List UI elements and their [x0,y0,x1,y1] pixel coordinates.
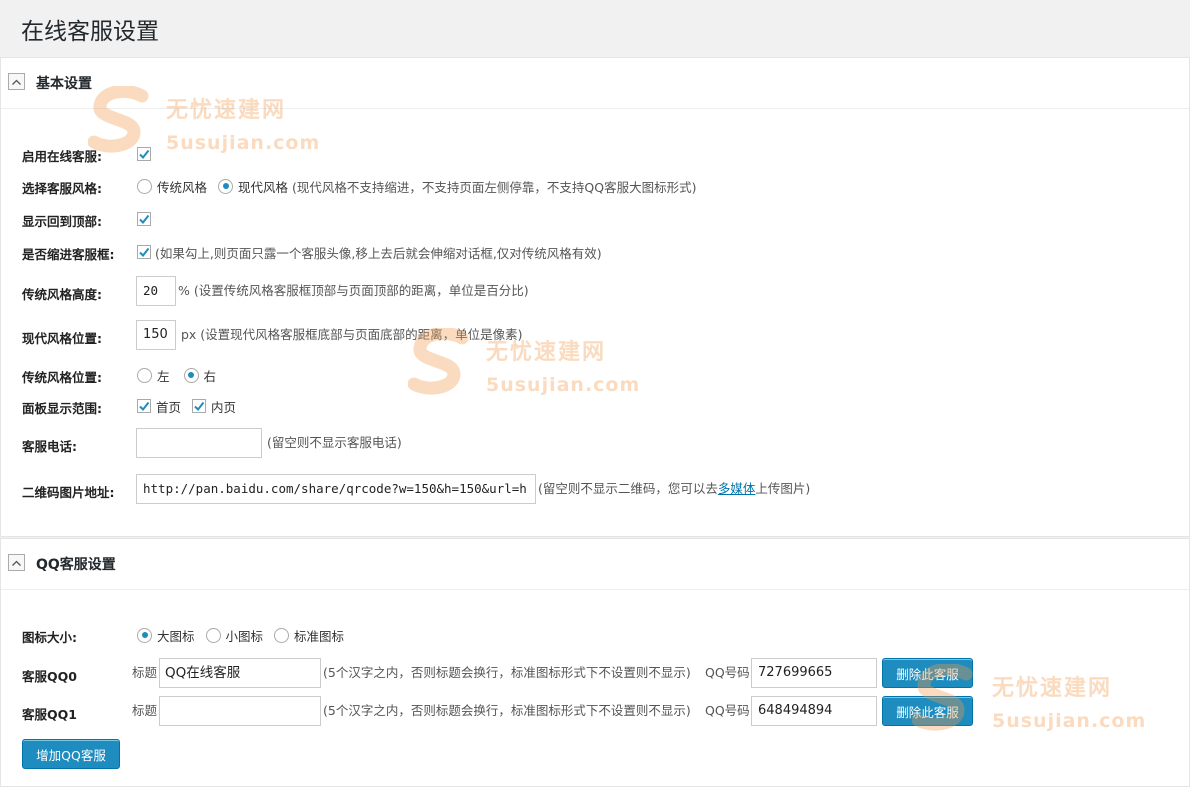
media-library-link[interactable]: 多媒体 [718,481,756,496]
style-radio-traditional[interactable] [137,178,152,194]
chevron-up-icon [12,79,21,85]
scope-row: 面板显示范围: 首页 内页 [1,392,1189,420]
trad-pos-radio-left[interactable] [137,367,152,383]
title-prefix: 标题 [132,665,158,680]
style-label: 选择客服风格: [22,181,102,196]
style-row: 选择客服风格: 传统风格 现代风格 (现代风格不支持缩进，不支持页面左侧停靠，不… [1,172,1189,200]
scope-option-inner: 内页 [211,399,237,415]
qq-row-label: 客服QQ1 [22,707,77,722]
icon-size-option-large: 大图标 [157,628,195,644]
collapse-toggle-button[interactable] [8,73,25,90]
indent-note: (如果勾上,则页面只露一个客服头像,移上去后就会伸缩对话框,仅对传统风格有效) [155,245,602,261]
enable-row: 启用在线客服: [1,140,1189,168]
basic-settings-header: 基本设置 [1,58,1189,109]
modern-pos-label: 现代风格位置: [22,331,102,346]
qq-settings-header: QQ客服设置 [1,539,1189,590]
indent-label: 是否缩进客服框: [22,247,115,262]
phone-input[interactable] [136,428,262,458]
back-top-checkbox[interactable] [137,212,151,226]
qq-number-input[interactable]: 648494894 [751,696,877,726]
trad-pos-row: 传统风格位置: 左 右 [1,361,1189,389]
title-prefix: 标题 [132,703,158,718]
icon-size-radio-standard[interactable] [274,627,290,643]
enable-label: 启用在线客服: [22,149,102,164]
back-top-row: 显示回到顶部: [1,205,1189,233]
qq-title-input[interactable]: QQ在线客服 [159,658,321,688]
phone-note: (留空则不显示客服电话) [267,435,402,450]
height-note: % (设置传统风格客服框顶部与页面顶部的距离，单位是百分比) [178,283,529,298]
style-option-modern: 现代风格 [238,179,289,195]
scope-inner-checkbox[interactable] [192,399,207,413]
add-qq-button[interactable]: 增加QQ客服 [22,739,120,769]
style-option-traditional: 传统风格 [157,179,208,195]
page-title: 在线客服设置 [21,19,159,45]
qq-settings-title: QQ客服设置 [36,557,116,573]
basic-settings-title: 基本设置 [36,76,92,92]
modern-pos-note: px (设置现代风格客服框底部与页面底部的距离，单位是像素) [181,327,523,342]
qq-row-label: 客服QQ0 [22,669,77,684]
qrcode-row: 二维码图片地址: http://pan.baidu.com/share/qrco… [1,474,1189,504]
title-note: (5个汉字之内，否则标题会换行，标准图标形式下不设置则不显示) [323,665,691,680]
trad-pos-label: 传统风格位置: [22,370,102,385]
indent-checkbox[interactable] [137,245,151,259]
qq-number-label: QQ号码 [705,665,750,680]
check-icon [139,247,150,258]
qq-number-input[interactable]: 727699665 [751,658,877,688]
icon-size-option-small: 小图标 [225,628,264,644]
enable-checkbox[interactable] [137,147,151,161]
phone-label: 客服电话: [22,439,77,454]
scope-label: 面板显示范围: [22,401,102,416]
qrcode-label: 二维码图片地址: [22,485,115,500]
height-label: 传统风格高度: [22,287,102,302]
icon-size-radio-small[interactable] [205,627,221,643]
qq-settings-panel: QQ客服设置 图标大小: 大图标 小图标 标准图标 客服QQ0 标题 QQ在线客… [0,538,1190,787]
delete-qq-button[interactable]: 删除此客服 [882,658,973,688]
trad-pos-option-left: 左 [157,368,170,384]
height-row: 传统风格高度: 20 % (设置传统风格客服框顶部与页面顶部的距离，单位是百分比… [1,276,1189,306]
phone-row: 客服电话: (留空则不显示客服电话) [1,428,1189,458]
height-input[interactable]: 20 [136,276,176,306]
radio-dot-icon [188,372,195,378]
style-radio-modern[interactable] [218,178,234,194]
collapse-toggle-button[interactable] [8,554,25,571]
scope-home-checkbox[interactable] [137,399,151,413]
icon-size-option-standard: 标准图标 [294,628,345,644]
radio-dot-icon [222,183,229,189]
modern-pos-input[interactable]: 150 [136,320,176,350]
indent-row: 是否缩进客服框: (如果勾上,则页面只露一个客服头像,移上去后就会伸缩对话框,仅… [1,238,1189,266]
trad-pos-option-right: 右 [203,368,217,384]
qrcode-note: (留空则不显示二维码，您可以去多媒体上传图片) [538,474,810,504]
back-top-label: 显示回到顶部: [22,214,102,229]
icon-size-label: 图标大小: [22,630,77,645]
style-note: (现代风格不支持缩进，不支持页面左侧停靠，不支持QQ客服大图标形式) [292,179,697,195]
chevron-up-icon [12,560,21,566]
qq-number-label: QQ号码 [705,703,750,718]
check-icon [139,401,150,412]
delete-qq-button[interactable]: 删除此客服 [882,696,973,726]
trad-pos-radio-right[interactable] [183,367,199,383]
title-note: (5个汉字之内，否则标题会换行，标准图标形式下不设置则不显示) [323,703,691,718]
check-icon [139,149,150,160]
qrcode-note-after: 上传图片) [755,481,811,496]
scope-option-home: 首页 [156,399,182,415]
basic-settings-panel: 基本设置 启用在线客服: 选择客服风格: 传统风格 现代风格 (现代风格不支持缩… [0,57,1190,537]
modern-pos-row: 现代风格位置: 150 px (设置现代风格客服框底部与页面底部的距离，单位是像… [1,320,1189,350]
qq-title-input[interactable] [159,696,321,726]
qq-row-1: 客服QQ1 标题 (5个汉字之内，否则标题会换行，标准图标形式下不设置则不显示)… [1,696,1189,726]
qq-row-0: 客服QQ0 标题 QQ在线客服 (5个汉字之内，否则标题会换行，标准图标形式下不… [1,658,1189,688]
icon-size-row: 图标大小: 大图标 小图标 标准图标 [1,621,1189,649]
check-icon [139,214,150,225]
icon-size-radio-large[interactable] [137,627,152,643]
qrcode-note-before: (留空则不显示二维码，您可以去 [538,481,718,496]
check-icon [194,401,205,412]
radio-dot-icon [141,632,148,638]
qrcode-url-input[interactable]: http://pan.baidu.com/share/qrcode?w=150&… [136,474,536,504]
